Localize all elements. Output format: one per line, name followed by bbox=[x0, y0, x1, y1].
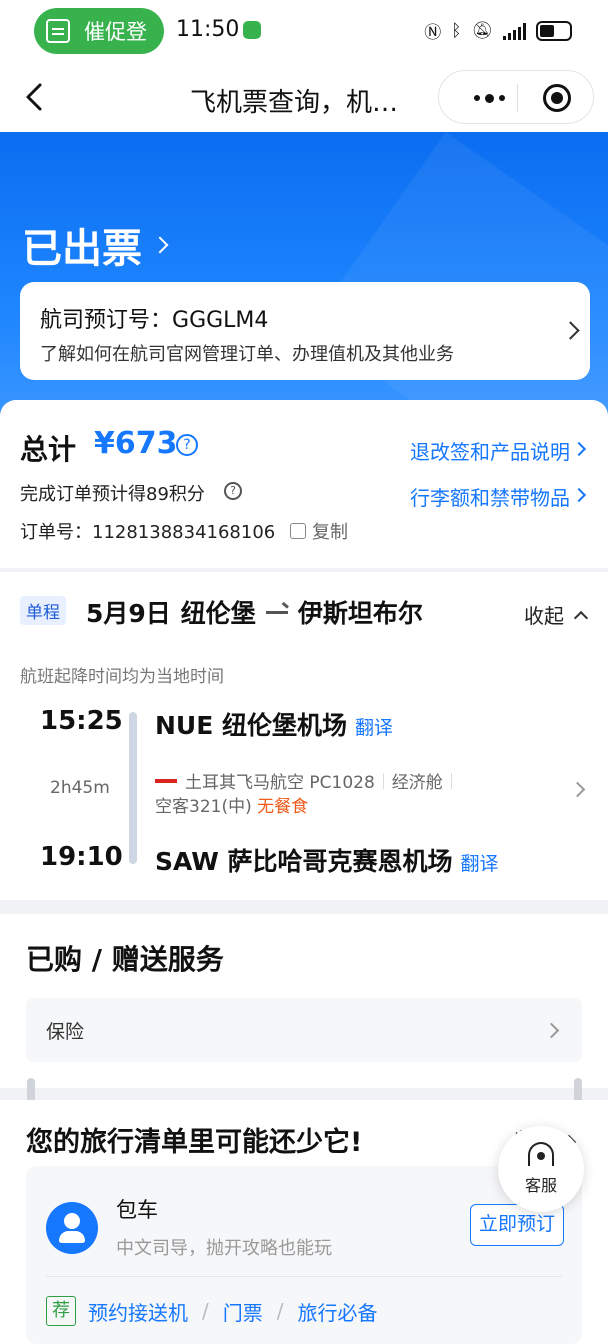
signal-icon bbox=[503, 22, 526, 40]
order-number-value: 1128138834168106 bbox=[92, 522, 276, 543]
mute-icon: 🔕︎ bbox=[471, 20, 493, 41]
copy-icon bbox=[290, 523, 306, 539]
local-time-note: 航班起降时间均为当地时间 bbox=[20, 667, 224, 687]
chevron-right-icon[interactable] bbox=[569, 781, 586, 798]
arrival-time: 19:10 bbox=[40, 842, 123, 872]
cabin-class: 经济舱 bbox=[391, 773, 443, 793]
airline-booking-card[interactable]: 航司预订号：GGGLM4 了解如何在航司官网管理订单、办理值机及其他业务 bbox=[20, 282, 590, 380]
ticket-icon bbox=[46, 19, 70, 43]
ticket-status[interactable]: 已出票 bbox=[22, 216, 169, 274]
recommend-title: 您的旅行清单里可能还少它! bbox=[26, 1127, 363, 1158]
to-city: 伊斯坦布尔 bbox=[297, 599, 423, 628]
status-icons: Ⓝ ᛒ 🔕︎ bbox=[424, 18, 572, 43]
link-separator: / bbox=[202, 1299, 209, 1323]
help-icon[interactable]: ? bbox=[224, 482, 242, 500]
reminder-label: 催促登 bbox=[84, 20, 147, 44]
airport-transfer-link[interactable]: 预约接送机 bbox=[88, 1297, 188, 1326]
battery-icon bbox=[536, 20, 572, 41]
services-title: 已购 / 赠送服务 bbox=[26, 943, 224, 976]
aircraft-info: 空客321(中) 无餐食 bbox=[155, 792, 308, 817]
collapse-button[interactable]: 收起 bbox=[524, 600, 589, 629]
chevron-up-icon bbox=[573, 610, 589, 625]
close-miniapp-icon[interactable] bbox=[543, 84, 571, 112]
link-separator: / bbox=[276, 1299, 284, 1323]
wechat-icon bbox=[243, 21, 261, 39]
clock: 11:50 bbox=[176, 17, 240, 42]
departure-airport-name: NUE 纽伦堡机场 bbox=[155, 711, 348, 740]
back-icon[interactable] bbox=[22, 82, 48, 112]
chevron-right-icon bbox=[571, 487, 587, 503]
booking-ref-code: GGGLM4 bbox=[172, 308, 269, 333]
divider bbox=[382, 772, 384, 789]
recommend-tag: 荐 bbox=[46, 1296, 76, 1326]
departure-airport: NUE 纽伦堡机场 翻译 bbox=[155, 706, 393, 742]
departure-time: 15:25 bbox=[40, 706, 123, 736]
aircraft-type: 空客321(中) bbox=[155, 797, 252, 817]
refund-policy-link[interactable]: 退改签和产品说明 bbox=[410, 436, 570, 465]
nav-bar: 飞机票查询，机… bbox=[0, 62, 608, 132]
total-label: 总计 bbox=[20, 433, 77, 466]
insurance-row[interactable]: 保险 bbox=[26, 998, 582, 1062]
arrow-right-icon bbox=[265, 610, 288, 614]
tickets-link[interactable]: 门票 bbox=[223, 1297, 263, 1326]
charter-desc: 中文司导，抛开攻略也能玩 bbox=[116, 1238, 332, 1259]
recommend-links: 荐 预约接送机 / 门票 / 旅行必备 bbox=[46, 1296, 378, 1326]
services-section: 已购 / 赠送服务 保险 bbox=[0, 914, 608, 1088]
order-number: 订单号：1128138834168106 bbox=[20, 518, 275, 544]
ticket-status-label: 已出票 bbox=[22, 226, 142, 272]
more-icon[interactable] bbox=[459, 85, 519, 111]
driver-icon bbox=[46, 1202, 98, 1254]
collapse-label: 收起 bbox=[524, 604, 564, 628]
bluetooth-icon: ᛒ bbox=[451, 20, 462, 41]
points-text: 完成订单预计得89积分 bbox=[20, 484, 205, 505]
reminder-pill[interactable]: 催促登 bbox=[34, 8, 164, 54]
chevron-right-icon bbox=[561, 321, 580, 340]
flight-timeline bbox=[129, 712, 137, 864]
flight-card: 单程 5月9日 纽伦堡 伊斯坦布尔 收起 航班起降时间均为当地时间 15:25 … bbox=[0, 572, 608, 900]
capsule-divider bbox=[517, 84, 518, 112]
arrival-airport: SAW 萨比哈哥克赛恩机场 翻译 bbox=[155, 842, 499, 878]
customer-service-label: 客服 bbox=[524, 1176, 557, 1195]
flight-duration: 2h45m bbox=[50, 778, 110, 798]
help-icon[interactable]: ? bbox=[176, 434, 198, 456]
flight-info[interactable]: 土耳其飞马航空 PC1028 经济舱 bbox=[155, 768, 460, 793]
travel-essentials-link[interactable]: 旅行必备 bbox=[298, 1297, 378, 1326]
translate-link[interactable]: 翻译 bbox=[461, 853, 499, 875]
booking-ref: 航司预订号：GGGLM4 bbox=[40, 302, 268, 334]
divider bbox=[450, 772, 452, 789]
page-title: 飞机票查询，机… bbox=[190, 88, 399, 118]
flight-date: 5月9日 bbox=[86, 599, 171, 628]
from-city: 纽伦堡 bbox=[180, 599, 256, 628]
headset-icon bbox=[528, 1142, 554, 1166]
total-price: ¥673 bbox=[94, 426, 178, 461]
baggage-link[interactable]: 行李额和禁带物品 bbox=[410, 482, 570, 511]
chevron-right-icon bbox=[571, 441, 587, 457]
nfc-icon: Ⓝ bbox=[424, 23, 442, 43]
booking-ref-subtitle: 了解如何在航司官网管理订单、办理值机及其他业务 bbox=[40, 344, 454, 365]
charter-title: 包车 bbox=[116, 1198, 158, 1222]
order-summary: 总计 ¥673 ? 完成订单预计得89积分 ? 订单号：112813883416… bbox=[0, 400, 608, 568]
chevron-right-icon bbox=[543, 1022, 560, 1039]
miniapp-capsule bbox=[438, 70, 594, 124]
booking-ref-label: 航司预订号： bbox=[40, 308, 173, 333]
meal-info: 无餐食 bbox=[257, 797, 309, 817]
airline-logo-icon bbox=[155, 778, 177, 783]
copy-button[interactable]: 复制 bbox=[290, 518, 348, 544]
status-bar: 催促登 11:50 Ⓝ ᛒ 🔕︎ bbox=[0, 0, 608, 62]
divider bbox=[46, 1276, 562, 1277]
insurance-label: 保险 bbox=[46, 1021, 85, 1043]
translate-link[interactable]: 翻译 bbox=[355, 717, 393, 739]
copy-label: 复制 bbox=[312, 522, 348, 543]
airline-flight-no: 土耳其飞马航空 PC1028 bbox=[185, 773, 375, 793]
customer-service-button[interactable]: 客服 bbox=[498, 1126, 584, 1212]
order-number-label: 订单号： bbox=[20, 522, 92, 543]
arrival-airport-name: SAW 萨比哈哥克赛恩机场 bbox=[155, 847, 453, 876]
flight-route: 5月9日 纽伦堡 伊斯坦布尔 bbox=[86, 594, 423, 630]
chevron-right-icon bbox=[151, 236, 169, 254]
trip-type-badge: 单程 bbox=[20, 596, 66, 625]
